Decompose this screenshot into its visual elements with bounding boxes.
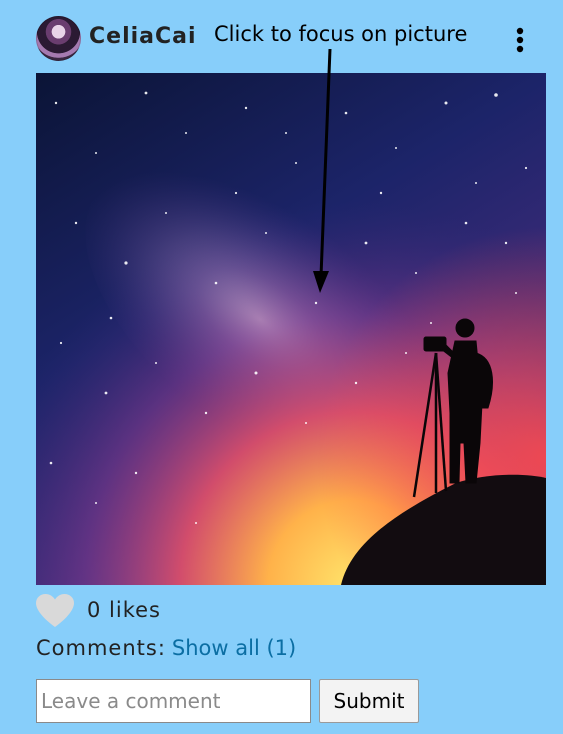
more-vertical-icon[interactable] bbox=[510, 26, 530, 56]
comment-input[interactable] bbox=[36, 679, 311, 723]
post-card: CeliaCai Click to focus on picture 0 lik… bbox=[0, 0, 563, 734]
likes-count: 0 likes bbox=[87, 598, 161, 622]
avatar[interactable] bbox=[36, 16, 81, 61]
comments-label: Comments: bbox=[36, 636, 166, 660]
comments-row: Comments: Show all (1) bbox=[36, 636, 296, 660]
annotation-text: Click to focus on picture bbox=[214, 22, 468, 46]
post-image[interactable] bbox=[36, 73, 546, 585]
heart-icon[interactable] bbox=[36, 594, 74, 628]
submit-button[interactable]: Submit bbox=[319, 679, 419, 723]
username[interactable]: CeliaCai bbox=[89, 24, 197, 49]
post-header: CeliaCai Click to focus on picture bbox=[0, 0, 563, 74]
show-all-comments-link[interactable]: Show all (1) bbox=[172, 636, 296, 660]
